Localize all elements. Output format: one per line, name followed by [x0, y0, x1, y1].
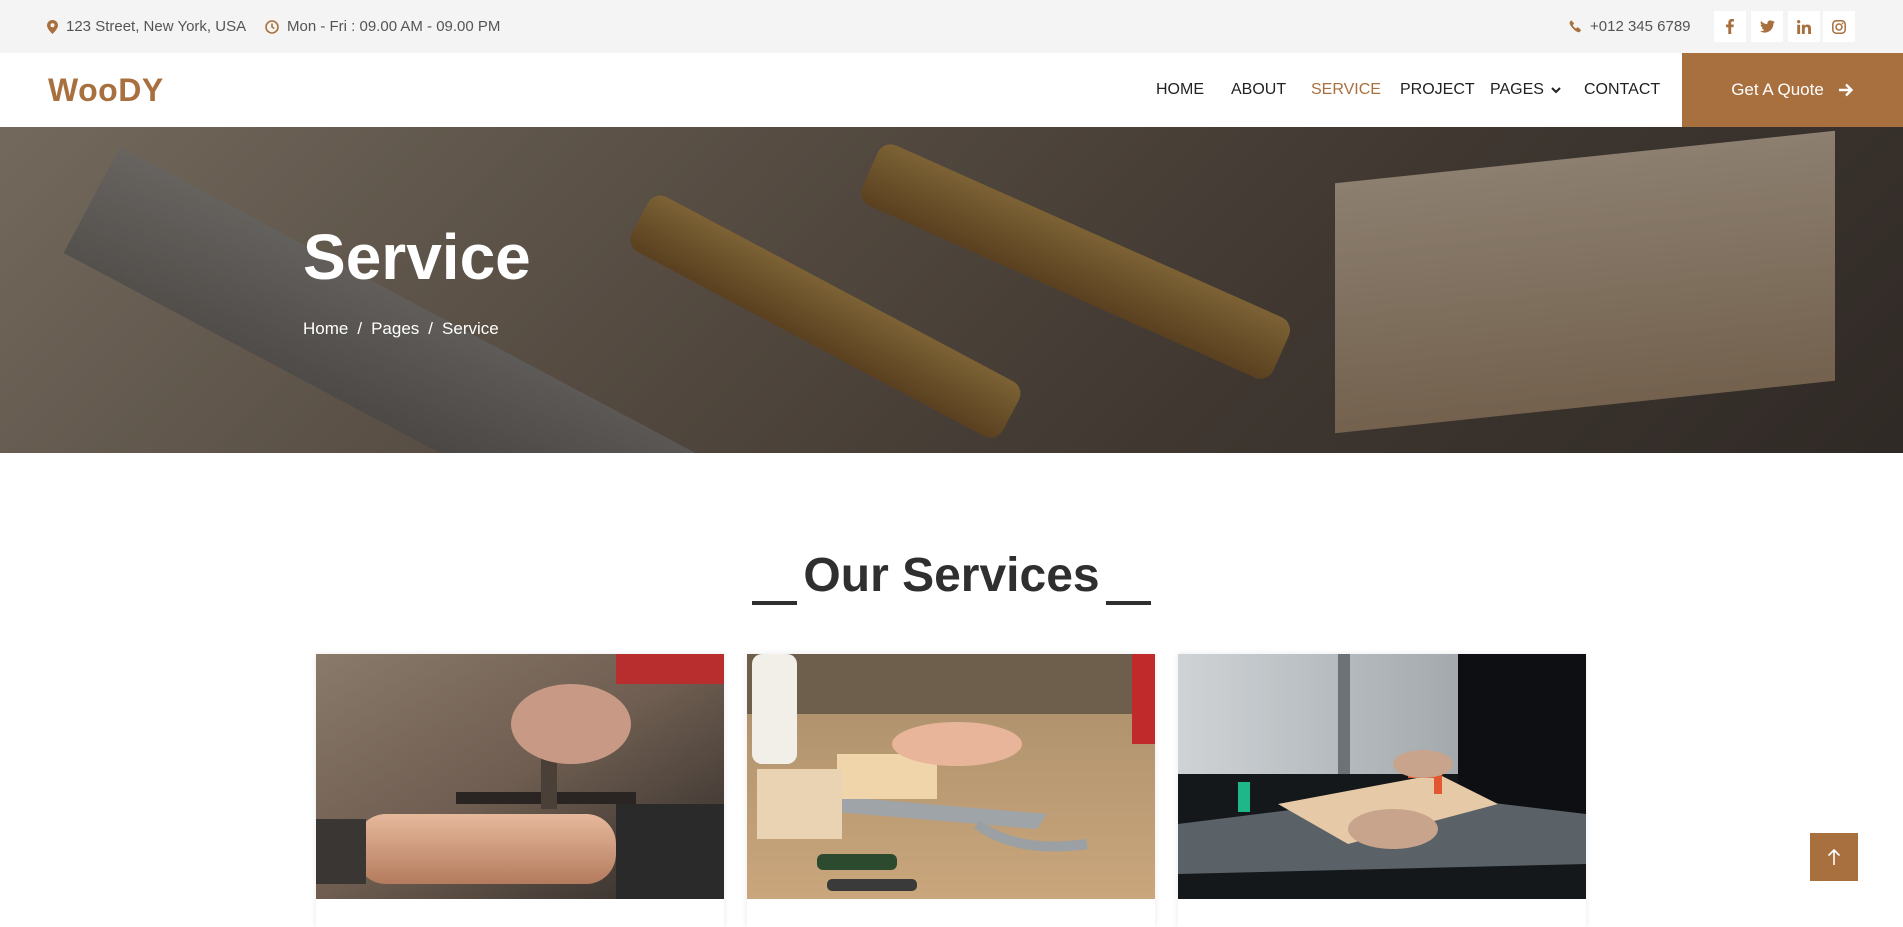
arrow-up-icon [1827, 848, 1841, 865]
linkedin-link[interactable] [1788, 11, 1820, 42]
hero-overlay [0, 127, 1903, 453]
breadcrumb: Home / Pages / Service [303, 319, 499, 339]
nav-home[interactable]: HOME [1156, 53, 1204, 127]
breadcrumb-current: Service [442, 319, 499, 338]
breadcrumb-separator: / [357, 319, 363, 338]
nav-service[interactable]: SERVICE [1311, 53, 1381, 127]
page-header-hero: Service Home / Pages / Service [0, 127, 1903, 453]
nav-project[interactable]: PROJECT [1400, 53, 1475, 127]
topbar: 123 Street, New York, USA Mon - Fri : 09… [0, 0, 1903, 53]
nav-contact[interactable]: CONTACT [1584, 53, 1660, 127]
nav-pages-label: PAGES [1490, 81, 1544, 98]
chevron-down-icon [1551, 86, 1561, 93]
arrow-right-icon [1838, 83, 1854, 97]
nav-about[interactable]: ABOUT [1231, 53, 1286, 127]
service-image-woodturning [316, 654, 724, 899]
measuring-photo [747, 654, 1155, 899]
title-decoration-right [1106, 601, 1151, 605]
facebook-link[interactable] [1714, 11, 1746, 42]
map-marker-icon [47, 19, 58, 34]
get-quote-label: Get A Quote [1731, 80, 1824, 99]
service-card[interactable] [747, 654, 1155, 927]
cutting-photo [1178, 654, 1586, 899]
woodturning-photo [316, 654, 724, 899]
twitter-link[interactable] [1751, 11, 1783, 42]
section-title: Our Services [803, 549, 1100, 602]
service-card[interactable] [1178, 654, 1586, 927]
facebook-icon [1726, 19, 1734, 34]
breadcrumb-separator: / [428, 319, 434, 338]
nav-pages-dropdown[interactable]: PAGES [1490, 53, 1561, 127]
phone-text: +012 345 6789 [1590, 18, 1691, 35]
clock-icon [265, 19, 279, 34]
instagram-icon [1832, 19, 1846, 34]
service-card[interactable] [316, 654, 724, 927]
get-quote-button[interactable]: Get A Quote [1682, 53, 1903, 127]
twitter-icon [1759, 20, 1775, 33]
back-to-top-button[interactable] [1810, 833, 1858, 881]
address: 123 Street, New York, USA [47, 0, 246, 53]
navbar: WooDY HOME ABOUT SERVICE PROJECT PAGES C… [0, 53, 1903, 127]
page-title: Service [303, 221, 531, 293]
hours: Mon - Fri : 09.00 AM - 09.00 PM [265, 0, 500, 53]
breadcrumb-pages[interactable]: Pages [371, 319, 419, 339]
hours-text: Mon - Fri : 09.00 AM - 09.00 PM [287, 18, 501, 35]
address-text: 123 Street, New York, USA [66, 18, 247, 35]
linkedin-icon [1797, 19, 1811, 34]
service-image-cutting [1178, 654, 1586, 899]
phone[interactable]: +012 345 6789 [1569, 0, 1691, 53]
breadcrumb-home[interactable]: Home [303, 319, 348, 339]
service-image-measuring [747, 654, 1155, 899]
instagram-link[interactable] [1823, 11, 1855, 42]
brand-logo[interactable]: WooDY [48, 53, 164, 127]
phone-icon [1569, 20, 1581, 33]
